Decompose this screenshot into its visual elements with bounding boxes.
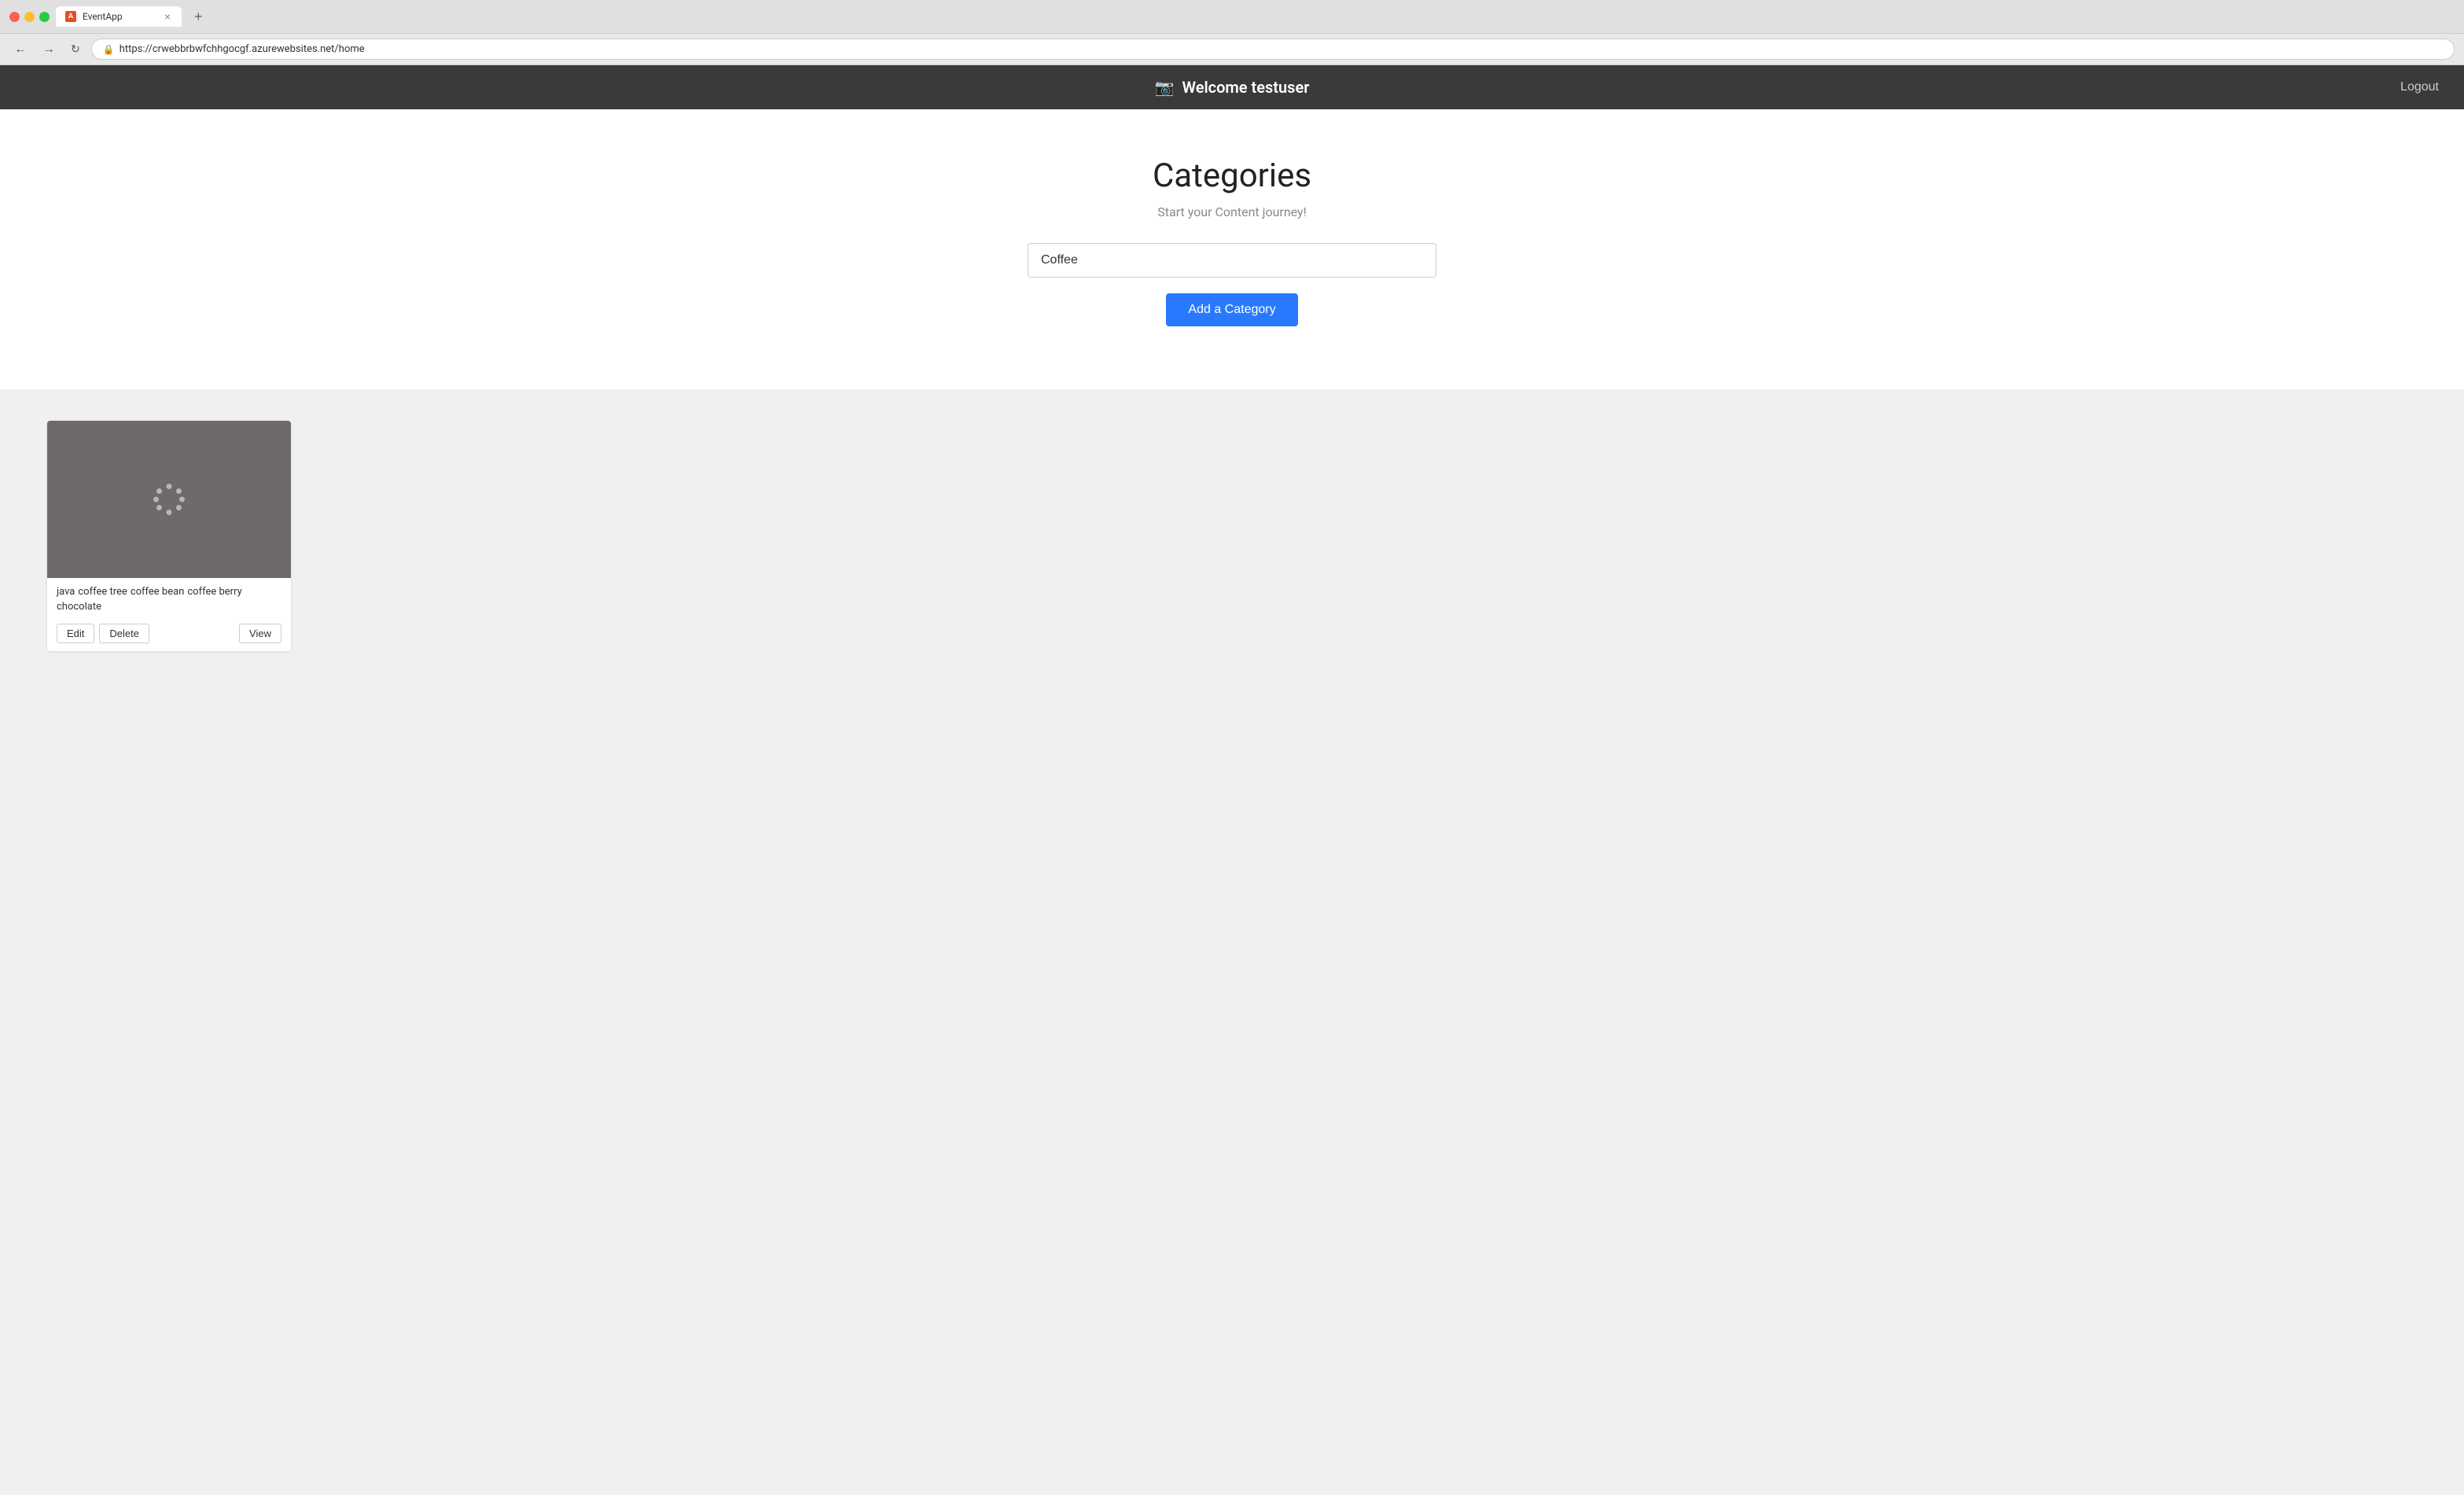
category-input[interactable] (1028, 243, 1436, 278)
browser-titlebar: A EventApp × + (0, 0, 2464, 34)
tag-chocolate: chocolate (57, 601, 101, 613)
spinner-dot-2 (176, 488, 182, 494)
window-close-button[interactable] (9, 12, 20, 22)
tag-coffee-berry: coffee berry (187, 586, 241, 598)
spinner-dot-6 (156, 505, 162, 510)
category-card: java coffee tree coffee bean coffee berr… (47, 421, 291, 651)
spinner-dot-5 (167, 510, 172, 515)
app-content: Categories Start your Content journey! A… (0, 109, 2464, 389)
card-image (47, 421, 291, 578)
tab-favicon-icon: A (65, 11, 76, 22)
spinner-dot-1 (167, 484, 172, 489)
brand-label: Welcome testuser (1182, 78, 1309, 97)
edit-button[interactable]: Edit (57, 624, 94, 643)
tag-coffee-bean: coffee bean (131, 586, 185, 598)
address-bar[interactable]: 🔒 https://crwebbrbwfchhgocgf.azurewebsit… (91, 39, 2455, 60)
loading-spinner (153, 484, 185, 515)
cards-grid: java coffee tree coffee bean coffee berr… (47, 421, 2417, 651)
back-button[interactable]: ← (9, 41, 31, 58)
spinner-dot-7 (153, 497, 159, 503)
window-controls (9, 12, 50, 22)
add-category-button[interactable]: Add a Category (1166, 293, 1297, 326)
logout-button[interactable]: Logout (2391, 74, 2448, 101)
page-title: Categories (1153, 156, 1311, 195)
window-maximize-button[interactable] (39, 12, 50, 22)
card-tags: java coffee tree coffee bean coffee berr… (47, 578, 291, 619)
url-text: https://crwebbrbwfchhgocgf.azurewebsites… (120, 43, 365, 55)
browser-tab[interactable]: A EventApp × (56, 6, 182, 27)
view-button[interactable]: View (239, 624, 281, 643)
browser-chrome: A EventApp × + ← → ↻ 🔒 https://crwebbrbw… (0, 0, 2464, 65)
brand-camera-icon: 📷 (1155, 78, 1175, 97)
spinner-dot-4 (176, 505, 182, 510)
app-navbar: 📷 Welcome testuser Logout (0, 65, 2464, 109)
forward-button[interactable]: → (38, 41, 60, 58)
cards-section: java coffee tree coffee bean coffee berr… (0, 389, 2464, 683)
tab-label: EventApp (83, 11, 123, 22)
new-tab-button[interactable]: + (188, 9, 209, 25)
spinner-dot-3 (179, 497, 185, 503)
window-minimize-button[interactable] (24, 12, 35, 22)
tag-coffee-tree: coffee tree (78, 586, 127, 598)
delete-button[interactable]: Delete (99, 624, 149, 643)
navbar-brand: 📷 Welcome testuser (826, 78, 1637, 97)
tab-close-button[interactable]: × (163, 11, 172, 22)
card-actions: Edit Delete View (47, 619, 291, 651)
spinner-dot-8 (156, 488, 162, 494)
lock-icon: 🔒 (103, 44, 115, 55)
reload-button[interactable]: ↻ (66, 41, 85, 57)
tag-java: java (57, 586, 75, 598)
page-subtitle: Start your Content journey! (1157, 204, 1306, 219)
browser-addressbar: ← → ↻ 🔒 https://crwebbrbwfchhgocgf.azure… (0, 34, 2464, 64)
